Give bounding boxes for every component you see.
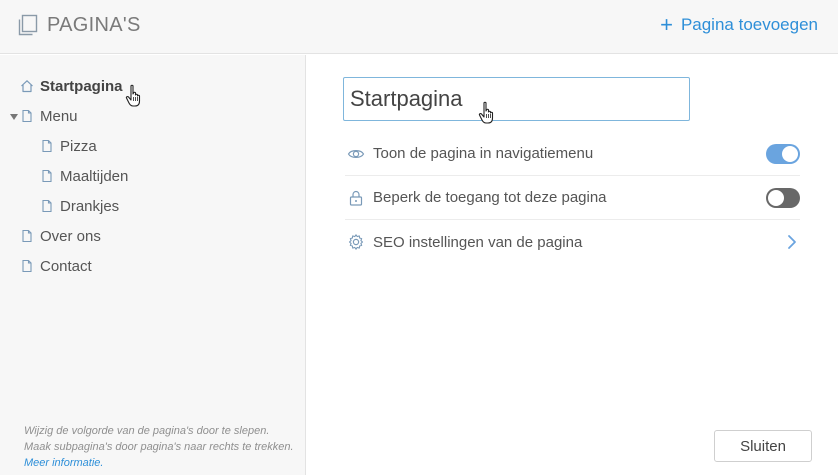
sidebar-item-label: Drankjes [60,197,120,215]
restrict-access-toggle[interactable] [766,187,800,208]
sidebar-item-label: Over ons [40,227,101,245]
hint-text: Wijzig de volgorde van de pagina's door … [24,425,294,453]
sidebar-item-over-ons[interactable]: Over ons [20,224,101,248]
add-page-button[interactable]: + Pagina toevoegen [660,14,818,36]
sidebar-item-contact[interactable]: Contact [20,254,92,278]
setting-restrict-access: Beperk de toegang tot deze pagina [345,176,800,220]
page-icon [22,259,32,273]
eye-icon [347,149,365,158]
page-title-input[interactable] [343,77,690,121]
setting-label: SEO instellingen van de pagina [373,233,583,251]
show-in-nav-toggle[interactable] [766,143,800,164]
home-icon [21,80,33,93]
setting-label: Toon de pagina in navigatiemenu [373,145,594,162]
sidebar-item-label: Maaltijden [60,167,129,185]
page-title: PAGINA'S [47,14,141,36]
sidebar-item-label: Startpagina [40,77,123,95]
page-icon [42,169,52,183]
page-icon [22,109,32,123]
setting-label: Beperk de toegang tot deze pagina [373,189,607,206]
setting-seo[interactable]: SEO instellingen van de pagina [345,220,800,264]
setting-show-in-nav: Toon de pagina in navigatiemenu [345,132,800,176]
plus-icon: + [660,12,673,37]
close-button[interactable]: Sluiten [714,430,812,462]
add-page-label: Pagina toevoegen [680,15,818,34]
page-icon [42,199,52,213]
sidebar-item-label: Pizza [60,137,97,155]
sidebar-item-label: Menu [40,107,78,125]
header-bar: PAGINA'S + Pagina toevoegen [0,0,838,54]
sidebar-item-startpagina[interactable]: Startpagina [20,74,123,98]
gear-icon [348,234,364,250]
pages-icon [18,14,38,36]
sidebar-item-menu[interactable]: Menu [20,104,78,128]
lock-icon [349,190,363,206]
sidebar-item-drankjes[interactable]: Drankjes [40,194,119,218]
page-icon [22,229,32,243]
sidebar-item-maaltijden[interactable]: Maaltijden [40,164,128,188]
more-info-link[interactable]: Meer informatie. [24,457,103,469]
page-icon [42,139,52,153]
page-tree-sidebar: Startpagina Menu Pizza Maaltijden Drankj… [0,55,306,475]
reorder-hint: Wijzig de volgorde van de pagina's door … [24,423,294,471]
sidebar-item-pizza[interactable]: Pizza [40,134,97,158]
sidebar-item-label: Contact [40,257,92,275]
caret-down-icon[interactable] [10,114,18,120]
chevron-right-icon [788,235,796,249]
